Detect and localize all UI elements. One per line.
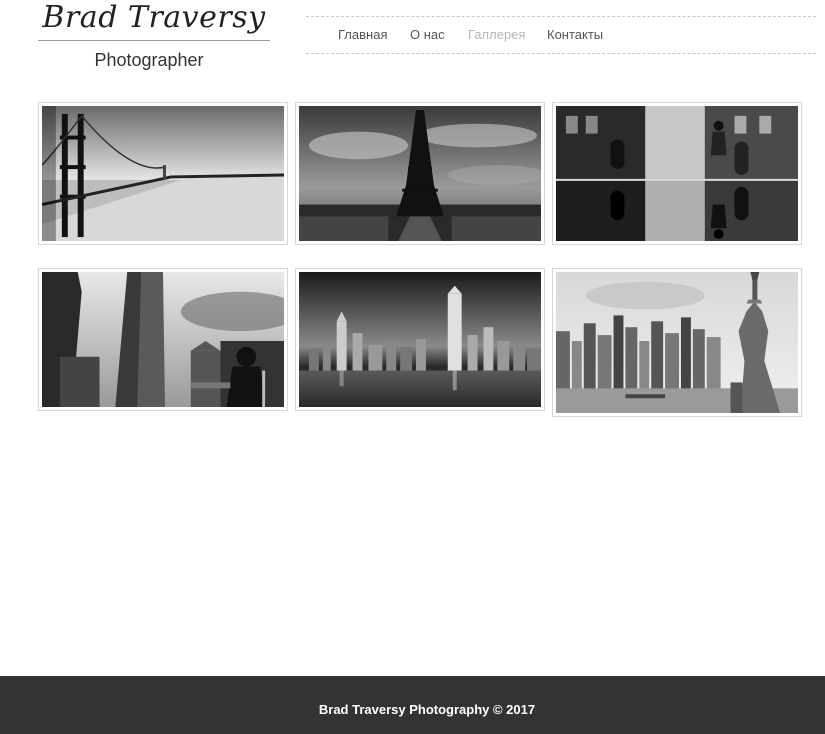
hong-kong-photo: [299, 272, 541, 407]
nav-link-home[interactable]: Главная: [338, 26, 387, 44]
logo-divider: [38, 40, 270, 41]
gallery-item-eiffel-tower[interactable]: [295, 102, 545, 245]
gallery-item-new-york[interactable]: [552, 268, 802, 417]
nav-link-gallery[interactable]: Галлерея: [468, 26, 525, 44]
flatiron-photo: [42, 272, 284, 407]
logo-title: Brad Traversy: [42, 0, 266, 35]
new-york-photo: [556, 272, 798, 413]
nav-link-contacts[interactable]: Контакты: [547, 26, 603, 44]
nav-link-about[interactable]: О нас: [410, 26, 445, 44]
footer-copyright: Brad Traversy Photography © 2017: [318, 702, 536, 717]
gallery-item-hong-kong[interactable]: [295, 268, 545, 411]
main-nav: Главная О нас Галлерея Контакты: [306, 16, 816, 54]
eiffel-tower-photo: [299, 106, 541, 241]
street-reflection-photo: [556, 106, 798, 241]
gallery-item-street-reflection[interactable]: [552, 102, 802, 245]
site-footer: Brad Traversy Photography © 2017: [0, 676, 825, 734]
gallery-item-golden-gate[interactable]: [38, 102, 288, 245]
golden-gate-photo: [42, 106, 284, 241]
site-logo[interactable]: Brad Traversy Photographer: [38, 0, 270, 75]
gallery-item-flatiron[interactable]: [38, 268, 288, 411]
logo-subtitle: Photographer: [94, 50, 204, 70]
